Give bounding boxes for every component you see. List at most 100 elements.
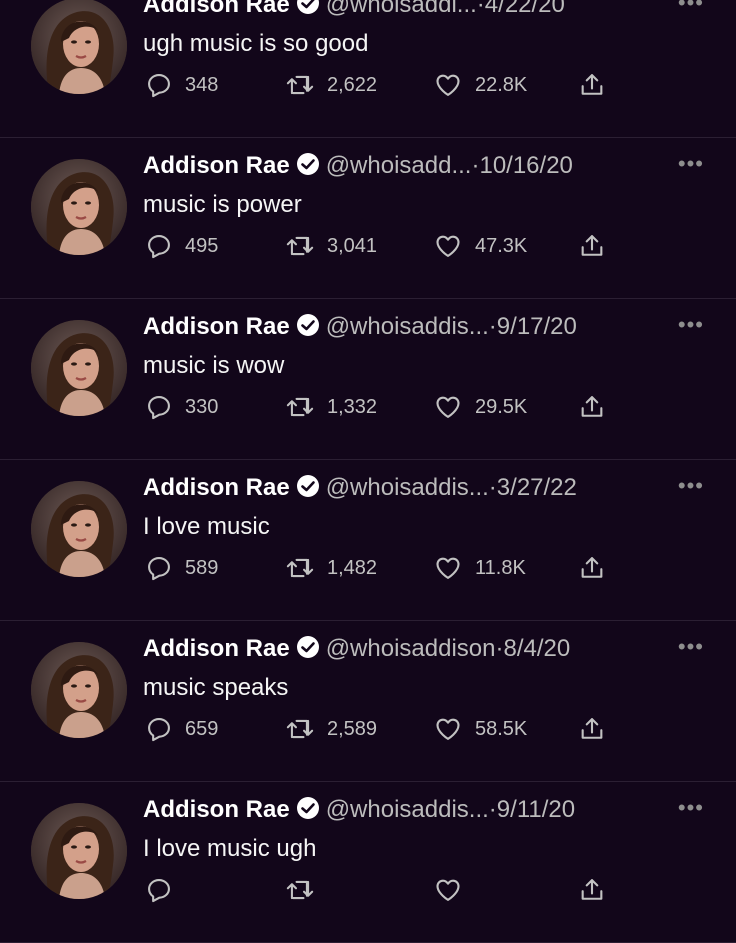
tweet-text: music is wow bbox=[143, 352, 285, 379]
share-icon bbox=[581, 718, 603, 739]
author-name[interactable]: Addison Rae bbox=[143, 474, 290, 501]
tweet-header: Addison Rae @whoisadd...·10/16/20 bbox=[143, 151, 573, 184]
retweet-icon bbox=[286, 236, 314, 256]
heart-icon bbox=[436, 396, 460, 418]
tweet[interactable]: Addison Rae @whoisaddis...·9/17/20 ••• mu… bbox=[0, 299, 736, 460]
verified-badge-icon bbox=[296, 635, 320, 667]
tweet-date[interactable]: 8/4/20 bbox=[503, 635, 570, 662]
retweet-count: 2,622 bbox=[327, 73, 378, 96]
like-button[interactable]: 22.8K bbox=[433, 71, 527, 99]
share-button[interactable] bbox=[578, 876, 618, 904]
reply-count: 659 bbox=[185, 717, 219, 740]
avatar[interactable] bbox=[31, 481, 127, 577]
tweet[interactable]: Addison Rae @whoisadd...·10/16/20 ••• mus… bbox=[0, 138, 736, 299]
avatar[interactable] bbox=[31, 803, 127, 899]
author-handle[interactable]: @whoisaddis... bbox=[326, 796, 489, 823]
separator: · bbox=[488, 796, 497, 823]
reply-button[interactable] bbox=[145, 876, 185, 904]
tweet-actions bbox=[145, 876, 615, 906]
reply-icon bbox=[148, 235, 170, 259]
like-count: 47.3K bbox=[475, 234, 528, 257]
retweet-icon bbox=[286, 719, 314, 739]
reply-button[interactable]: 330 bbox=[145, 393, 218, 421]
tweet-actions: 495 3,041 47.3K bbox=[145, 232, 615, 262]
more-icon[interactable]: ••• bbox=[678, 473, 704, 499]
author-handle[interactable]: @whoisaddis... bbox=[326, 313, 489, 340]
author-handle[interactable]: @whoisaddi... bbox=[326, 0, 477, 18]
tweet-date[interactable]: 9/17/20 bbox=[497, 313, 577, 340]
like-count: 58.5K bbox=[475, 717, 528, 740]
tweet-actions: 659 2,589 58.5K bbox=[145, 715, 615, 745]
retweet-button[interactable]: 2,589 bbox=[285, 715, 377, 743]
avatar[interactable] bbox=[31, 0, 127, 94]
tweet-text: music speaks bbox=[143, 674, 289, 701]
reply-icon bbox=[148, 718, 170, 742]
retweet-button[interactable]: 2,622 bbox=[285, 71, 377, 99]
reply-button[interactable]: 495 bbox=[145, 232, 218, 260]
retweet-icon bbox=[286, 880, 314, 900]
avatar[interactable] bbox=[31, 159, 127, 255]
author-name[interactable]: Addison Rae bbox=[143, 635, 290, 662]
heart-icon bbox=[436, 718, 460, 740]
share-icon bbox=[581, 235, 603, 256]
retweet-button[interactable]: 1,332 bbox=[285, 393, 377, 421]
share-button[interactable] bbox=[578, 71, 618, 99]
avatar[interactable] bbox=[31, 320, 127, 416]
author-handle[interactable]: @whoisaddison bbox=[326, 635, 496, 662]
like-button[interactable]: 11.8K bbox=[433, 554, 526, 582]
author-handle[interactable]: @whoisadd... bbox=[326, 152, 472, 179]
reply-icon bbox=[148, 74, 170, 98]
reply-count: 589 bbox=[185, 556, 219, 579]
reply-button[interactable]: 659 bbox=[145, 715, 218, 743]
tweet-header: Addison Rae @whoisaddi...·4/22/20 bbox=[143, 0, 565, 23]
tweet-feed: Addison Rae @whoisaddi...·4/22/20 ••• ugh… bbox=[0, 0, 736, 943]
verified-badge-icon bbox=[296, 313, 320, 345]
tweet[interactable]: Addison Rae @whoisaddis...·3/27/22 ••• I … bbox=[0, 460, 736, 621]
tweet-text: I love music ugh bbox=[143, 835, 317, 862]
tweet-date[interactable]: 3/27/22 bbox=[497, 474, 577, 501]
reply-count: 348 bbox=[185, 73, 219, 96]
tweet-date[interactable]: 10/16/20 bbox=[479, 152, 572, 179]
tweet[interactable]: Addison Rae @whoisaddi...·4/22/20 ••• ugh… bbox=[0, 0, 736, 138]
like-button[interactable] bbox=[433, 876, 475, 904]
tweet-text: music is power bbox=[143, 191, 302, 218]
retweet-button[interactable] bbox=[285, 876, 327, 904]
share-button[interactable] bbox=[578, 232, 618, 260]
share-icon bbox=[581, 879, 603, 900]
tweet-header: Addison Rae @whoisaddis...·9/11/20 bbox=[143, 795, 575, 828]
author-name[interactable]: Addison Rae bbox=[143, 313, 290, 340]
reply-button[interactable]: 589 bbox=[145, 554, 218, 582]
reply-icon bbox=[148, 879, 170, 903]
more-icon[interactable]: ••• bbox=[678, 0, 704, 16]
more-icon[interactable]: ••• bbox=[678, 634, 704, 660]
retweet-button[interactable]: 3,041 bbox=[285, 232, 377, 260]
tweet-date[interactable]: 4/22/20 bbox=[485, 0, 565, 18]
tweet-date[interactable]: 9/11/20 bbox=[497, 796, 575, 823]
like-button[interactable]: 47.3K bbox=[433, 232, 527, 260]
heart-icon bbox=[436, 557, 460, 579]
share-button[interactable] bbox=[578, 393, 618, 421]
verified-badge-icon bbox=[296, 152, 320, 184]
like-button[interactable]: 58.5K bbox=[433, 715, 527, 743]
more-icon[interactable]: ••• bbox=[678, 151, 704, 177]
more-icon[interactable]: ••• bbox=[678, 312, 704, 338]
retweet-button[interactable]: 1,482 bbox=[285, 554, 377, 582]
share-button[interactable] bbox=[578, 715, 618, 743]
heart-icon bbox=[436, 879, 460, 901]
reply-count: 330 bbox=[185, 395, 219, 418]
like-button[interactable]: 29.5K bbox=[433, 393, 527, 421]
like-count: 11.8K bbox=[475, 556, 526, 579]
author-handle[interactable]: @whoisaddis... bbox=[326, 474, 489, 501]
author-name[interactable]: Addison Rae bbox=[143, 152, 290, 179]
more-icon[interactable]: ••• bbox=[678, 795, 704, 821]
author-name[interactable]: Addison Rae bbox=[143, 0, 290, 18]
heart-icon bbox=[436, 74, 460, 96]
tweet-actions: 348 2,622 22.8K bbox=[145, 71, 615, 101]
tweet[interactable]: Addison Rae @whoisaddis...·9/11/20 ••• I … bbox=[0, 782, 736, 943]
reply-button[interactable]: 348 bbox=[145, 71, 218, 99]
tweet[interactable]: Addison Rae @whoisaddison·8/4/20 ••• musi… bbox=[0, 621, 736, 782]
author-name[interactable]: Addison Rae bbox=[143, 796, 290, 823]
avatar[interactable] bbox=[31, 642, 127, 738]
share-button[interactable] bbox=[578, 554, 618, 582]
verified-badge-icon bbox=[296, 0, 320, 23]
